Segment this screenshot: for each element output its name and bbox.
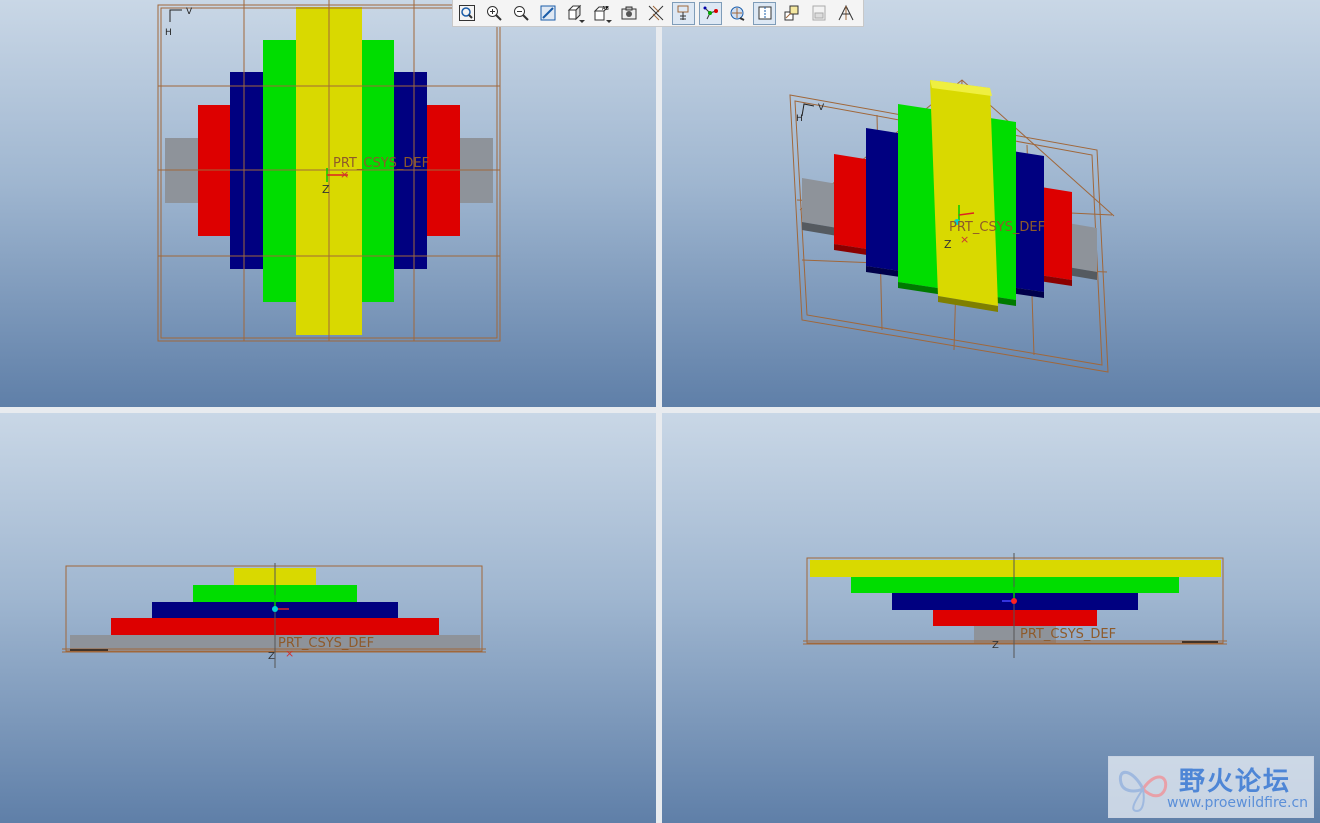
refit-button[interactable] — [455, 2, 479, 25]
viewport-bottom-left[interactable]: × PRT_CSYS_DEF Z — [0, 413, 656, 823]
reorient-button[interactable] — [536, 2, 560, 25]
model-top-view: × PRT_CSYS_DEF Z — [62, 563, 486, 668]
axis-label-z: Z — [944, 238, 952, 251]
layers-icon — [812, 5, 826, 21]
coordinate-systems-toggle[interactable] — [726, 2, 750, 25]
axis-label-z: Z — [322, 183, 330, 196]
zoom-out-button[interactable] — [509, 2, 533, 25]
datum-points-icon — [703, 6, 719, 20]
view-toolbar: AB — [452, 0, 864, 27]
datum-axes-icon — [677, 5, 689, 20]
butterfly-logo-icon — [1118, 771, 1168, 813]
axis-label-z: Z — [268, 651, 275, 662]
model-tree-button[interactable] — [834, 2, 858, 25]
csys-label: PRT_CSYS_DEF — [333, 156, 429, 171]
refit-icon — [458, 5, 475, 21]
viewport-top-right[interactable]: × PRT_CSYS_DEF Z H V — [662, 0, 1320, 407]
axis-label-v: V — [818, 103, 825, 113]
datum-planes-icon — [648, 5, 664, 21]
model-front-view: × PRT_CSYS_DEF Z H V — [157, 0, 501, 342]
datum-planes-toggle[interactable] — [644, 2, 668, 25]
model-isometric-view: × PRT_CSYS_DEF Z H V — [789, 79, 1115, 373]
axis-label-h: H — [165, 28, 172, 38]
layers-button[interactable] — [807, 2, 831, 25]
ab-badge: AB — [602, 6, 609, 12]
forum-watermark: 野火论坛 www.proewildfire.cn — [1108, 756, 1314, 818]
zoom-out-icon — [513, 6, 529, 21]
axis-label-z: Z — [992, 640, 999, 651]
horizontal-splitter[interactable] — [0, 407, 1320, 413]
watermark-site-name: 野火论坛 — [1179, 767, 1292, 797]
display-style-button[interactable]: AB — [590, 2, 614, 25]
csys-label: PRT_CSYS_DEF — [949, 220, 1045, 235]
zoom-in-icon — [486, 6, 502, 21]
datum-points-toggle[interactable] — [698, 1, 723, 25]
annotations-icon — [784, 5, 799, 21]
coordinate-systems-icon — [730, 6, 745, 21]
csys-label: PRT_CSYS_DEF — [1020, 627, 1116, 642]
axis-label-v: V — [186, 7, 193, 17]
saved-views-button[interactable] — [563, 2, 587, 25]
annotations-toggle[interactable] — [780, 2, 804, 25]
axis-label-h: H — [796, 114, 803, 124]
watermark-url: www.proewildfire.cn — [1167, 795, 1309, 811]
viewport-top-left[interactable]: × PRT_CSYS_DEF Z H V — [0, 0, 656, 407]
camera-icon — [621, 6, 637, 20]
zoom-in-button[interactable] — [482, 2, 506, 25]
camera-button[interactable] — [617, 2, 641, 25]
spin-center-toggle[interactable] — [752, 1, 777, 25]
datum-axes-toggle[interactable] — [671, 1, 696, 25]
csys-label: PRT_CSYS_DEF — [278, 636, 374, 651]
spin-center-icon — [758, 6, 772, 20]
model-tree-icon — [838, 4, 854, 21]
reorient-icon — [540, 5, 556, 21]
